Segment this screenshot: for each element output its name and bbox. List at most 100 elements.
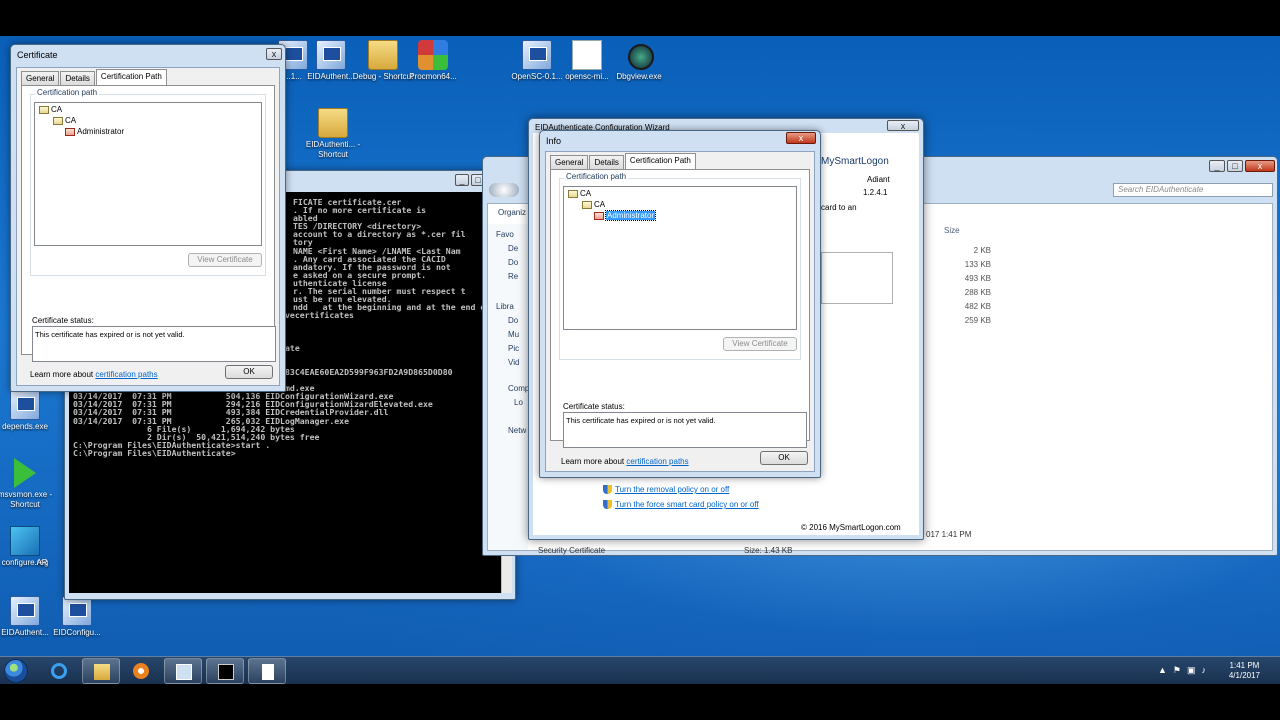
taskbar-media-player[interactable] xyxy=(122,658,160,684)
file-size: 493 KB xyxy=(964,274,991,283)
taskbar-configuration-wizard[interactable] xyxy=(164,658,202,684)
tree-node-root-ca[interactable]: CA xyxy=(568,189,591,198)
back-button[interactable] xyxy=(489,183,519,197)
certificate-dialog-body: General Details Certification Path Certi… xyxy=(16,67,280,386)
nav-item[interactable]: Re xyxy=(508,272,518,281)
certificate-status-text: This certificate has expired or is not y… xyxy=(563,412,807,448)
tab-details[interactable]: Details xyxy=(589,155,624,169)
desktop-icon-dbgview[interactable]: Dbgview.exe xyxy=(602,40,676,82)
system-tray: ▲ ⚑ ▣ ♪ xyxy=(1158,665,1206,676)
tree-node-root-ca[interactable]: CA xyxy=(39,105,62,114)
details-modified: 017 1:41 PM xyxy=(926,530,972,539)
desktop-icon-msvsmon[interactable]: msvsmon.exe - Shortcut xyxy=(0,458,62,510)
tab-certification-path[interactable]: Certification Path xyxy=(624,153,696,169)
minimize-button[interactable]: _ xyxy=(1209,160,1225,172)
nav-item[interactable]: Lo xyxy=(514,398,523,407)
certification-paths-link[interactable]: certification paths xyxy=(626,457,688,466)
app-icon xyxy=(10,390,40,420)
certification-tree[interactable]: CA CA Administrator xyxy=(563,186,797,330)
group-title: Certification path xyxy=(564,172,629,181)
wizard-text: card to an xyxy=(821,203,857,212)
nav-item[interactable]: Pic xyxy=(508,344,519,353)
tab-general[interactable]: General xyxy=(550,155,589,169)
certificate-dialog[interactable]: Certificate x General Details Certificat… xyxy=(10,44,286,392)
nav-item[interactable]: Libra xyxy=(496,302,514,311)
vendor-label: Adiant xyxy=(867,175,890,184)
show-hidden-icons-button[interactable]: ▲ xyxy=(1158,665,1167,676)
app-icon xyxy=(62,596,92,626)
taskbar-explorer[interactable] xyxy=(82,658,120,684)
tree-node-intermediate-ca[interactable]: CA xyxy=(582,200,605,209)
tab-strip: General Details Certification Path xyxy=(550,153,697,169)
close-button[interactable]: x xyxy=(786,132,816,144)
clock[interactable]: 1:41 PM 4/1/2017 xyxy=(1229,661,1260,681)
desktop-icon-procmon[interactable]: Procmon64... xyxy=(396,40,470,82)
tab-strip: General Details Certification Path xyxy=(21,69,168,85)
certificate-status-text: This certificate has expired or is not y… xyxy=(32,326,276,362)
desktop-icon-depends[interactable]: depends.exe xyxy=(0,390,62,432)
nav-item[interactable]: Do xyxy=(508,316,518,325)
bug-icon xyxy=(624,40,654,70)
file-size: 482 KB xyxy=(964,302,991,311)
arrow-icon xyxy=(14,458,36,488)
tree-node-administrator[interactable]: Administrator xyxy=(594,210,657,221)
organize-button[interactable]: Organiz xyxy=(498,208,526,217)
app-icon xyxy=(522,40,552,70)
nav-item[interactable]: Do xyxy=(508,258,518,267)
view-certificate-button[interactable]: View Certificate xyxy=(188,253,262,267)
minimize-button[interactable]: _ xyxy=(455,174,469,186)
network-icon[interactable]: ▣ xyxy=(1187,665,1196,676)
learn-more: Learn more about certification paths xyxy=(30,370,158,379)
nav-item[interactable]: Favo xyxy=(496,230,514,239)
tab-details[interactable]: Details xyxy=(60,71,95,85)
maximize-button[interactable]: □ xyxy=(1227,160,1243,172)
nav-item[interactable]: Vid xyxy=(508,358,519,367)
certificate-icon xyxy=(568,189,578,198)
info-dialog[interactable]: Info x General Details Certification Pat… xyxy=(539,130,821,478)
view-certificate-button[interactable]: View Certificate xyxy=(723,337,797,351)
search-input[interactable]: Search EIDAuthenticate xyxy=(1113,183,1273,197)
version-label: 1.2.4.1 xyxy=(863,188,888,197)
close-button[interactable]: x xyxy=(266,48,282,60)
tab-general[interactable]: General xyxy=(21,71,60,85)
removal-policy-link[interactable]: Turn the removal policy on or off xyxy=(603,485,729,495)
taskbar-notepad[interactable] xyxy=(248,658,286,684)
folder-icon xyxy=(318,108,348,138)
details-size: Size: 1.43 KB xyxy=(744,546,793,555)
certificate-error-icon xyxy=(65,127,75,136)
app-icon xyxy=(316,40,346,70)
tree-node-administrator[interactable]: Administrator xyxy=(65,127,124,136)
taskbar-internet-explorer[interactable] xyxy=(40,658,78,684)
document-icon xyxy=(262,664,274,680)
ok-button[interactable]: OK xyxy=(225,365,273,379)
start-button[interactable] xyxy=(4,659,28,683)
desktop: Re ...1... EIDAuthent... Debug - Shortcu… xyxy=(0,36,1280,684)
certificate-status-label: Certificate status: xyxy=(563,402,625,411)
certificate-icon xyxy=(582,200,592,209)
close-button[interactable]: x xyxy=(887,120,919,131)
console-line: C:\Program Files\EIDAuthenticate> xyxy=(73,447,236,458)
action-center-icon[interactable]: ⚑ xyxy=(1173,665,1181,676)
tree-node-intermediate-ca[interactable]: CA xyxy=(53,116,76,125)
nav-item[interactable]: De xyxy=(508,244,518,253)
info-dialog-title: Info xyxy=(546,136,562,146)
nav-item[interactable]: Mu xyxy=(508,330,519,339)
volume-icon[interactable]: ♪ xyxy=(1202,665,1207,676)
certification-paths-link[interactable]: certification paths xyxy=(95,370,157,379)
taskbar-command-prompt[interactable] xyxy=(206,658,244,684)
size-column-header[interactable]: Size xyxy=(944,226,960,235)
close-button[interactable]: x xyxy=(1245,160,1275,172)
nav-item[interactable]: Comp xyxy=(508,384,529,393)
info-dialog-body: General Details Certification Path Certi… xyxy=(545,151,815,472)
tab-certification-path[interactable]: Certification Path xyxy=(95,69,167,85)
certification-tree[interactable]: CA CA Administrator xyxy=(34,102,262,246)
desktop-icon-ar[interactable]: AR xyxy=(22,526,62,568)
file-size: 2 KB xyxy=(973,246,991,255)
file-size: 259 KB xyxy=(964,316,991,325)
force-smart-card-link[interactable]: Turn the force smart card policy on or o… xyxy=(603,500,759,510)
nav-item[interactable]: Netw xyxy=(508,426,526,435)
desktop-icon-eidconfigu[interactable]: EIDConfigu... xyxy=(40,596,114,638)
ok-button[interactable]: OK xyxy=(760,451,808,465)
desktop-icon-eidauthenti-shortcut[interactable]: EIDAuthenti... - Shortcut xyxy=(296,108,370,160)
command-prompt-icon xyxy=(218,664,234,680)
